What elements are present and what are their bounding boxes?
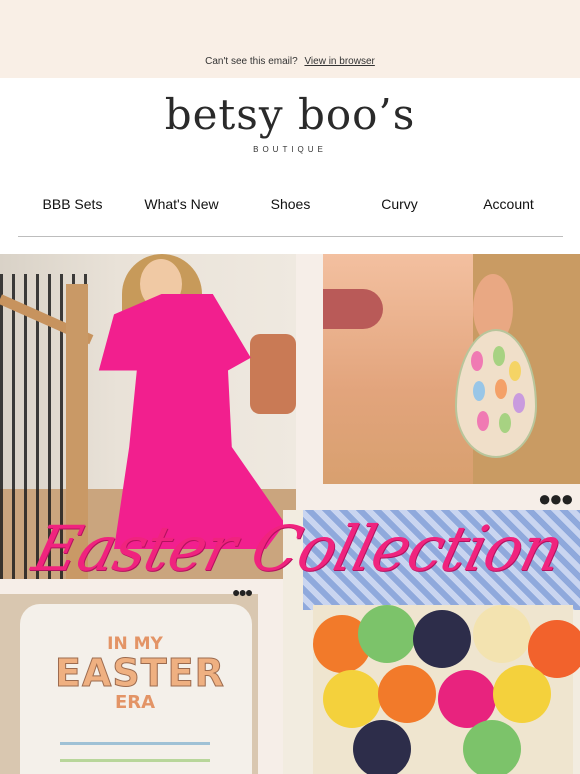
crochet-flower [473,605,531,663]
sweatshirt-print: IN MY EASTER ERA [55,634,225,713]
print-line-2: EASTER [55,651,225,695]
brand-tagline: BOUTIQUE [253,145,327,154]
model-lips [323,289,383,329]
flower-bag [313,605,580,774]
preheader: Can't see this email? View in browser [0,56,580,67]
bunny-pattern [471,346,525,433]
more-dots-icon-2[interactable]: ●●● [232,584,253,600]
nav-item-account[interactable]: Account [454,196,563,212]
print-line-3: ERA [114,692,156,713]
pink-dress [98,294,285,549]
earring-photo [323,254,580,484]
nav-item-whats-new[interactable]: What's New [127,196,236,212]
chair [250,334,296,414]
crochet-flower [358,605,416,663]
more-dots-icon[interactable]: ●●● [538,486,574,512]
crochet-flower [323,670,381,728]
preheader-text: Can't see this email? [205,56,298,67]
crochet-flower [493,665,551,723]
nav-item-bbb-sets[interactable]: BBB Sets [18,196,127,212]
bunny-earring [455,329,537,458]
nav-item-curvy[interactable]: Curvy [345,196,454,212]
crochet-flower [353,720,411,774]
sweatshirt-photo: IN MY EASTER ERA [0,594,258,774]
nav-item-shoes[interactable]: Shoes [236,196,345,212]
view-in-browser-link[interactable]: View in browser [304,56,374,67]
crochet-flower [413,610,471,668]
print-rainbow [60,742,210,762]
brand-logo[interactable]: betsy boo’s [0,90,580,139]
nav-divider [18,236,563,237]
crochet-flower [463,720,521,774]
crochet-flower [378,665,436,723]
main-nav: BBB Sets What's New Shoes Curvy Account [18,196,563,212]
easter-collection-title: Easter Collection [25,512,571,585]
hero-banner[interactable]: ●●● IN MY EASTER ERA ●●● Easter Collecti… [0,254,580,774]
